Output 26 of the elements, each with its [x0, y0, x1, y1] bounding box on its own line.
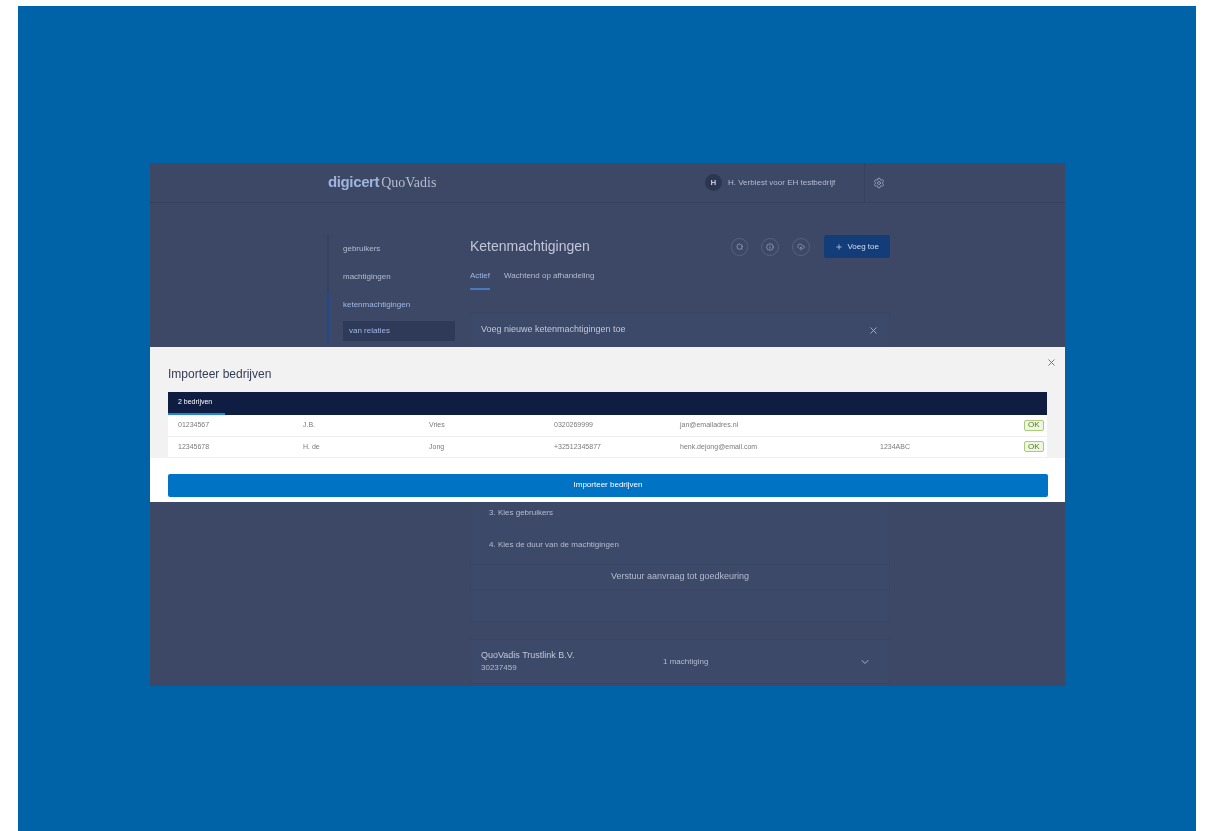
close-icon[interactable]	[1046, 357, 1057, 368]
import-button[interactable]: Importeer bedrijven	[168, 473, 1048, 497]
step-text: 4. Kies de duur van de machtigingen	[488, 539, 620, 551]
user-name[interactable]: H. Verbiest voor EH testbedrijf	[728, 176, 836, 189]
close-icon[interactable]	[868, 324, 879, 336]
page-title: Ketenmachtigingen	[470, 237, 591, 256]
relation-number: 30237459	[481, 662, 518, 675]
status-badge: OK	[1024, 419, 1044, 431]
submit-button[interactable]: Verstuur aanvraag tot goedkeuring	[471, 564, 889, 590]
sidebar-subitem[interactable]: van relaties	[343, 321, 455, 341]
add-button[interactable]: Voeg toe	[824, 235, 890, 258]
sidebar-item[interactable]: gebruikers	[327, 235, 455, 263]
relation-name: QuoVadis Trustlink B.V.	[481, 648, 576, 662]
sidebar-item[interactable]: machtigingen	[327, 263, 455, 291]
status-badge: OK	[1024, 441, 1044, 453]
card-title: Voeg nieuwe ketenmachtigingen toe	[481, 323, 626, 337]
sidebar-item[interactable]: ketenmachtigingen	[327, 291, 455, 319]
relation-count: 1 machtiging	[663, 655, 710, 668]
step-text: 3. Kies gebruikers	[488, 507, 555, 519]
plus-icon	[835, 242, 844, 251]
tab[interactable]: Wachtend op afhandeling	[504, 270, 595, 290]
settings-icon[interactable]	[873, 176, 885, 189]
user-avatar: H	[705, 174, 722, 191]
dialog-title: Importeer bedrijven	[168, 366, 272, 383]
logo: digicertQuoVadis	[328, 172, 438, 193]
tab[interactable]: Actief	[470, 270, 490, 290]
